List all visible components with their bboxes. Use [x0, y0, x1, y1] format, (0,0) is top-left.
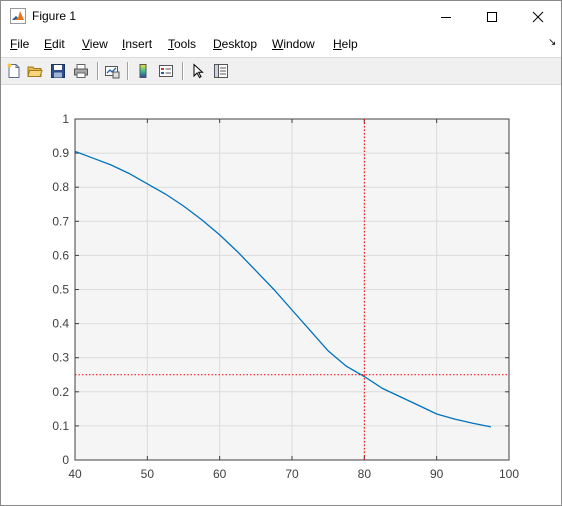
title-bar[interactable]: Figure 1 — [1, 1, 561, 32]
y-tick-label: 0.3 — [52, 351, 69, 365]
x-tick-label: 40 — [68, 467, 82, 481]
pointer-icon — [193, 63, 204, 79]
minimize-icon — [441, 17, 451, 18]
print-icon — [74, 64, 88, 78]
x-tick-label: 60 — [213, 467, 227, 481]
x-tick-label: 90 — [430, 467, 444, 481]
new-figure-icon — [7, 63, 20, 78]
menu-view-label: iew — [89, 37, 108, 51]
link-plot-icon — [105, 66, 120, 79]
menu-view-mnemonic: V — [82, 37, 90, 51]
dock-figure-icon[interactable]: ↘ — [548, 37, 556, 48]
y-tick-label: 0.5 — [52, 283, 69, 297]
toolbar-separator — [127, 62, 129, 80]
open-file-button[interactable] — [25, 61, 45, 81]
new-figure-button[interactable] — [4, 61, 24, 81]
y-tick-label: 0.4 — [52, 317, 69, 331]
menu-help-label: elp — [341, 37, 358, 51]
toolbar-separator — [97, 62, 99, 80]
edit-plot-button[interactable] — [188, 61, 208, 81]
print-button[interactable] — [71, 61, 91, 81]
menu-desktop-label: esktop — [221, 37, 258, 51]
menu-window-label: indow — [283, 37, 315, 51]
menu-bar: File Edit View Insert Tools Desktop Wind… — [1, 32, 561, 56]
open-file-icon — [27, 66, 43, 77]
y-tick-label: 0.6 — [52, 248, 69, 262]
toolbar-separator — [182, 62, 184, 80]
menu-view[interactable]: View — [82, 37, 108, 51]
maximize-icon — [487, 12, 497, 22]
y-tick-label: 0.7 — [52, 214, 69, 228]
y-tick-label: 0.2 — [52, 385, 69, 399]
menu-desktop[interactable]: Desktop — [213, 37, 257, 51]
minimize-button[interactable] — [423, 1, 469, 32]
x-tick-label: 50 — [141, 467, 155, 481]
insert-colorbar-button[interactable] — [133, 61, 153, 81]
matlab-logo-icon — [10, 8, 26, 24]
y-tick-label: 1 — [62, 112, 69, 126]
save-button[interactable] — [48, 61, 68, 81]
menu-file[interactable]: File — [10, 37, 29, 51]
maximize-button[interactable] — [469, 1, 515, 32]
menu-insert-label: nsert — [125, 37, 153, 51]
menu-tools[interactable]: Tools — [168, 37, 196, 51]
figure-toolbar — [1, 57, 561, 85]
colorbar-icon — [139, 64, 147, 78]
x-tick-label: 100 — [499, 467, 519, 481]
menu-file-label: ile — [17, 37, 30, 51]
menu-edit-label: dit — [52, 37, 65, 51]
menu-window[interactable]: Window — [272, 37, 315, 51]
x-tick-label: 80 — [358, 467, 372, 481]
y-tick-label: 0 — [62, 453, 69, 467]
link-plot-button[interactable] — [102, 61, 122, 81]
close-icon — [532, 11, 544, 23]
save-icon — [51, 64, 65, 78]
plot-axes[interactable]: 40 50 60 70 80 90 100 0 0.1 0.2 0.3 0.4 0.5 0.6 0.7 0.8… — [1, 85, 561, 505]
menu-tools-label: ools — [174, 37, 197, 51]
property-inspector-icon — [214, 64, 228, 78]
window-title: Figure 1 — [32, 9, 77, 23]
property-inspector-button[interactable] — [211, 61, 231, 81]
menu-edit-mnemonic: E — [44, 37, 53, 51]
insert-legend-button[interactable] — [156, 61, 176, 81]
menu-edit[interactable]: Edit — [44, 37, 65, 51]
y-tick-label: 0.1 — [52, 419, 69, 433]
menu-desktop-mnemonic: D — [213, 37, 222, 51]
menu-help[interactable]: Help — [333, 37, 358, 51]
y-tick-label: 0.9 — [52, 146, 69, 160]
legend-icon — [159, 65, 173, 77]
figure-canvas[interactable]: 40 50 60 70 80 90 100 0 0.1 0.2 0.3 0.4 0.5 0.6 0.7 0.8… — [1, 85, 561, 505]
menu-insert[interactable]: Insert — [122, 37, 152, 51]
menu-window-mnemonic: W — [272, 37, 284, 51]
menu-help-mnemonic: H — [333, 37, 342, 51]
y-tick-label: 0.8 — [52, 180, 69, 194]
figure-window: Figure 1 File Edit View Insert Tools Des… — [0, 0, 562, 506]
x-tick-label: 70 — [285, 467, 299, 481]
close-button[interactable] — [515, 1, 561, 32]
